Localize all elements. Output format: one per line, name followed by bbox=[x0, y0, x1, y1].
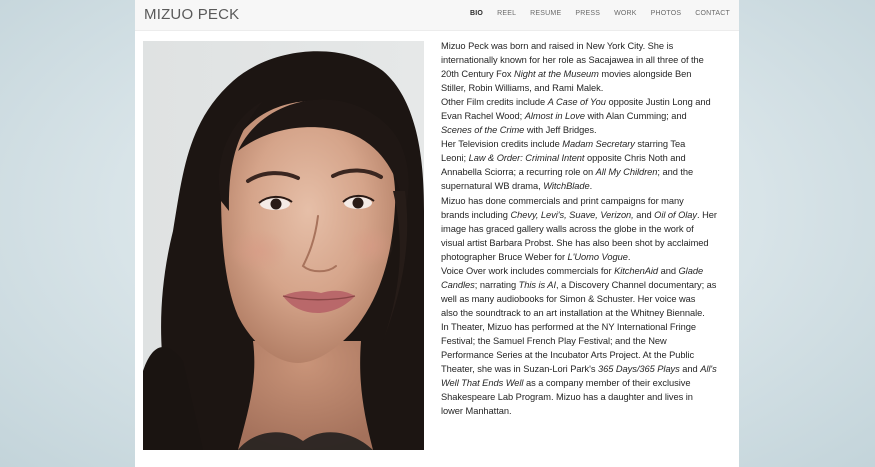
bio-text-run: and bbox=[679, 364, 701, 375]
portrait-image bbox=[143, 41, 424, 450]
nav-item-resume[interactable]: RESUME bbox=[530, 10, 561, 17]
bio-text-run: Mizuo Peck was born and raised in New Yo… bbox=[441, 41, 674, 51]
bio-title-italic: Scenes of the Crime bbox=[441, 125, 525, 136]
bio-title-italic: Glade bbox=[678, 265, 704, 276]
bio-text-run: as a company member of their exclusive bbox=[523, 378, 691, 389]
bio-text-run: starring Tea bbox=[634, 139, 686, 150]
bio-line: Other Film credits include A Case of You… bbox=[441, 95, 731, 109]
bio-text-run: . Her bbox=[697, 209, 717, 220]
bio-text-run: Voice Over work includes commercials for bbox=[441, 265, 615, 276]
nav-item-bio[interactable]: BIO bbox=[470, 10, 483, 17]
bio-line: Candles; narrating This is AI, a Discove… bbox=[441, 278, 731, 292]
bio-title-italic: All's bbox=[700, 364, 717, 375]
bio-text-run: Shakespeare Lab Program. Mizuo has a dau… bbox=[441, 392, 693, 403]
nav-item-work[interactable]: WORK bbox=[614, 10, 637, 17]
bio-line: Stiller, Robin Williams, and Rami Malek. bbox=[441, 81, 731, 95]
bio-text-run: Festival; the Samuel French Play Festiva… bbox=[441, 335, 667, 346]
bio-line: Leoni; Law & Order: Criminal Intent oppo… bbox=[441, 151, 731, 165]
bio-text: Mizuo Peck was born and raised in New Yo… bbox=[441, 39, 731, 418]
bio-title-italic: L'Uomo Vogue bbox=[567, 251, 628, 262]
bio-line: Shakespeare Lab Program. Mizuo has a dau… bbox=[441, 390, 731, 404]
bio-text-run: Mizuo has done commercials and print cam… bbox=[441, 195, 684, 206]
bio-line: photographer Bruce Weber for L'Uomo Vogu… bbox=[441, 250, 731, 264]
bio-title-italic: Oil of Olay bbox=[654, 209, 698, 220]
bio-title-italic: All My Children bbox=[595, 167, 658, 178]
bio-line: Well That Ends Well as a company member … bbox=[441, 376, 731, 390]
bio-title-italic: 365 Days/365 Plays bbox=[597, 364, 680, 375]
bio-title-italic: WitchBlade bbox=[543, 181, 590, 192]
bio-line: lower Manhattan. bbox=[441, 404, 731, 418]
nav-item-photos[interactable]: PHOTOS bbox=[651, 10, 682, 17]
bio-line: In Theater, Mizuo has performed at the N… bbox=[441, 320, 731, 334]
bio-text-run: and bbox=[633, 209, 655, 220]
bio-text-run: internationally known for her role as Sa… bbox=[441, 55, 704, 66]
bio-title-italic: Well That Ends Well bbox=[441, 378, 524, 389]
portrait-photo bbox=[143, 41, 424, 450]
bio-line: Annabella Sciorra; a recurring role on A… bbox=[441, 165, 731, 179]
bio-text-run: and bbox=[658, 265, 679, 276]
bio-line: internationally known for her role as Sa… bbox=[441, 53, 731, 67]
bio-line: Mizuo has done commercials and print cam… bbox=[441, 194, 731, 208]
bio-text-run: Theater, she was in Suzan-Lori Park's bbox=[441, 364, 598, 375]
nav-item-press[interactable]: PRESS bbox=[575, 10, 600, 17]
bio-text-run: with Alan Cumming; and bbox=[584, 111, 687, 122]
bio-text-run: ; and the bbox=[657, 167, 694, 178]
bio-line: Evan Rachel Wood; Almost in Love with Al… bbox=[441, 109, 731, 123]
site-header: MIZUO PECK BIO REEL RESUME PRESS WORK PHOTOS C… bbox=[135, 0, 739, 31]
bio-text-run: . bbox=[627, 251, 631, 262]
bio-text-run: photographer Bruce Weber for bbox=[441, 251, 568, 262]
bio-title-italic: Almost in Love bbox=[524, 111, 585, 122]
page-container: MIZUO PECK BIO REEL RESUME PRESS WORK PHOTOS C… bbox=[135, 0, 739, 467]
bio-text-run: movies alongside Ben bbox=[598, 69, 692, 80]
bio-title-italic: Candles bbox=[441, 279, 475, 290]
bio-title-italic: This is AI bbox=[518, 279, 556, 290]
bio-line: visual artist Barbara Probst. She has al… bbox=[441, 236, 731, 250]
bio-text-run: visual artist Barbara Probst. She has al… bbox=[441, 237, 709, 248]
bio-text-run: opposite Chris Noth and bbox=[584, 153, 686, 164]
bio-line: 20th Century Fox Night at the Museum mov… bbox=[441, 67, 731, 81]
nav-item-contact[interactable]: CONTACT bbox=[695, 10, 730, 17]
bio-line: Theater, she was in Suzan-Lori Park's 36… bbox=[441, 362, 731, 376]
bio-text-run: Performance Series at the Incubator Arts… bbox=[441, 350, 695, 361]
bio-text-run: supernatural WB drama, bbox=[441, 181, 544, 192]
bio-text-run: In Theater, Mizuo has performed at the N… bbox=[441, 321, 696, 332]
bio-text-run: well as many audiobooks for Simon & Schu… bbox=[441, 293, 696, 304]
bio-text-run: . bbox=[589, 181, 593, 192]
bio-text-run: Annabella Sciorra; a recurring role on bbox=[441, 167, 596, 178]
bio-text-run: Her Television credits include bbox=[441, 139, 563, 150]
bio-text-run: lower Manhattan. bbox=[441, 406, 512, 417]
bio-text-run: opposite Justin Long and bbox=[605, 97, 711, 108]
bio-title-italic: KitchenAid bbox=[614, 265, 659, 276]
bio-text-run: Stiller, Robin Williams, and Rami Malek. bbox=[441, 83, 604, 94]
bio-line: supernatural WB drama, WitchBlade. bbox=[441, 179, 731, 193]
bio-line: Performance Series at the Incubator Arts… bbox=[441, 348, 731, 362]
site-title[interactable]: MIZUO PECK bbox=[144, 6, 239, 23]
bio-line: Mizuo Peck was born and raised in New Yo… bbox=[441, 39, 731, 53]
bio-text-run: with Jeff Bridges. bbox=[524, 125, 597, 136]
bio-text-run: ; narrating bbox=[474, 279, 519, 290]
bio-line: brands including Chevy, Levi's, Suave, V… bbox=[441, 208, 731, 222]
bio-text-run: Leoni; bbox=[441, 153, 469, 164]
bio-title-italic: Law & Order: Criminal Intent bbox=[468, 153, 585, 164]
bio-title-italic: Night at the Museum bbox=[514, 69, 599, 80]
bio-text-run: also the soundtrack to an art installati… bbox=[441, 307, 705, 318]
bio-line: well as many audiobooks for Simon & Schu… bbox=[441, 292, 731, 306]
bio-text-run: image has graced gallery walls across th… bbox=[441, 223, 694, 234]
bio-text-run: Evan Rachel Wood; bbox=[441, 111, 525, 122]
bio-text-run: brands including bbox=[441, 209, 511, 220]
bio-text-run: Other Film credits include bbox=[441, 97, 548, 108]
main-nav: BIO REEL RESUME PRESS WORK PHOTOS CONTACT bbox=[456, 10, 730, 17]
nav-item-reel[interactable]: REEL bbox=[497, 10, 516, 17]
bio-text-run: 20th Century Fox bbox=[441, 69, 515, 80]
bio-text-run: , a Discovery Channel documentary; as bbox=[556, 279, 717, 290]
bio-line: also the soundtrack to an art installati… bbox=[441, 306, 731, 320]
bio-title-italic: A Case of You bbox=[547, 97, 606, 108]
bio-line: Her Television credits include Madam Sec… bbox=[441, 137, 731, 151]
bio-title-italic: Chevy, Levi's, Suave, Verizon, bbox=[510, 209, 634, 220]
bio-line: Festival; the Samuel French Play Festiva… bbox=[441, 334, 731, 348]
bio-line: Scenes of the Crime with Jeff Bridges. bbox=[441, 123, 731, 137]
bio-title-italic: Madam Secretary bbox=[562, 139, 635, 150]
bio-line: Voice Over work includes commercials for… bbox=[441, 264, 731, 278]
bio-line: image has graced gallery walls across th… bbox=[441, 222, 731, 236]
